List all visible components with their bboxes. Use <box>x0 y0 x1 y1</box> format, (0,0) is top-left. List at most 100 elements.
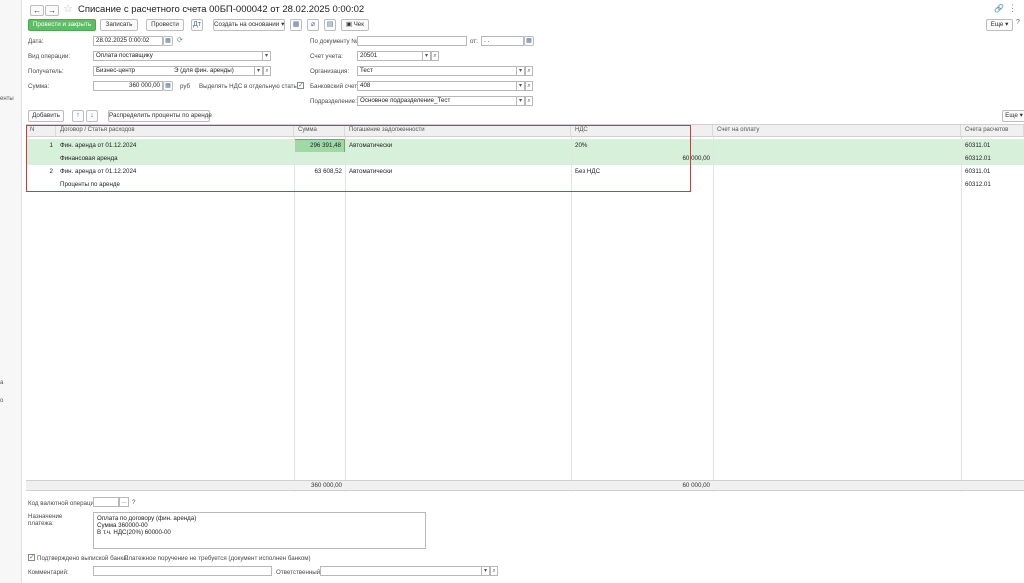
account-cell[interactable]: 60312.01 <box>961 152 1024 165</box>
doc-number-field[interactable] <box>357 36 467 46</box>
select-icon[interactable]: … <box>119 497 129 507</box>
save-button[interactable]: Записать <box>100 19 138 31</box>
sidebar-fragment[interactable]: енты <box>0 96 14 102</box>
from-date-field[interactable]: . . <box>481 36 524 46</box>
favorite-star-icon[interactable]: ☆ <box>63 4 73 15</box>
more-vertical-icon[interactable]: ⋮ <box>1008 3 1017 14</box>
chevron-down-icon[interactable]: ▾ <box>517 96 525 106</box>
purpose-line: Оплата по договору (фин. аренда) <box>97 515 197 522</box>
table-totals-row: 360 000,00 60 000,00 <box>26 480 1024 491</box>
back-button[interactable]: ← <box>30 5 44 16</box>
responsible-label: Ответственный: <box>276 569 322 576</box>
chevron-down-icon: ▾ <box>1017 112 1023 119</box>
organization-label: Организация: <box>310 68 350 75</box>
recipient-label: Получатель: <box>28 68 64 75</box>
help-question-icon[interactable]: ? <box>132 499 135 506</box>
create-based-on-button[interactable]: Создать на основании ▾ <box>213 19 285 31</box>
distribute-interest-button[interactable]: Распределить проценты по аренде <box>108 110 212 122</box>
chevron-down-icon[interactable]: ▾ <box>263 51 271 61</box>
recipient-value: Бизнес-центр <box>96 67 135 74</box>
move-up-icon[interactable]: ↑ <box>72 110 84 122</box>
sum-label: Сумма: <box>28 83 50 90</box>
bank-account-field[interactable]: 408 <box>357 81 517 91</box>
create-based-on-label: Создать на основании <box>214 21 280 28</box>
responsible-field[interactable] <box>320 566 482 576</box>
post-button[interactable]: Провести <box>146 19 184 31</box>
chevron-down-icon[interactable]: ▾ <box>482 566 490 576</box>
chevron-down-icon[interactable]: ▾ <box>517 66 525 76</box>
more-button[interactable]: Еще ▾ <box>986 19 1013 31</box>
table-more-button[interactable]: Еще ▾ <box>1002 110 1024 122</box>
bank-confirmed-label: Подтверждено выпиской банка: <box>37 555 129 562</box>
account-cell[interactable]: 60311.01 <box>961 165 1024 178</box>
chevron-down-icon: ▾ <box>1003 21 1009 28</box>
open-icon[interactable]: ⌕ <box>490 566 498 576</box>
print-icon[interactable]: ▤ <box>324 19 336 31</box>
purpose-line: В т.ч. НДС(20%) 60000-00 <box>97 529 171 536</box>
currency-label: руб <box>180 83 191 90</box>
open-icon[interactable]: ⌕ <box>525 96 533 106</box>
more-label: Еще <box>990 21 1004 28</box>
vat-split-checkbox[interactable]: ✓ <box>297 82 304 89</box>
chevron-down-icon[interactable]: ▾ <box>517 81 525 91</box>
date-label: Дата: <box>28 38 44 45</box>
sidebar-fragment[interactable]: а <box>0 380 3 386</box>
column-divider <box>961 137 962 492</box>
purpose-textarea[interactable]: Оплата по договору (фин. аренда) Сумма 3… <box>93 512 426 549</box>
account-cell[interactable]: 60312.01 <box>961 178 1024 191</box>
structure-icon[interactable]: ▦ <box>290 19 302 31</box>
purpose-line: Сумма 360000-00 <box>97 522 148 529</box>
operation-type-field[interactable]: Оплата поставщику <box>93 51 263 61</box>
sum-field[interactable]: 360 000,00 <box>93 81 163 91</box>
division-label: Подразделение: <box>310 98 357 105</box>
comment-label: Комментарий: <box>28 569 69 576</box>
account-field[interactable]: 20501 <box>357 51 423 61</box>
link-icon[interactable]: 🔗 <box>994 4 1004 13</box>
currency-op-label: Код валютной операции: <box>28 500 100 507</box>
column-header-invoice[interactable]: Счет на оплату <box>713 125 961 137</box>
attachment-icon[interactable]: ⌀ <box>307 19 319 31</box>
open-icon[interactable]: ⌕ <box>525 66 533 76</box>
bank-confirmed-checkbox[interactable]: ✓ <box>28 554 35 561</box>
open-icon[interactable]: ⌕ <box>525 81 533 91</box>
comment-field[interactable] <box>93 566 272 576</box>
table-more-label: Еще <box>1005 112 1018 119</box>
total-sum: 360 000,00 <box>311 482 342 489</box>
chevron-down-icon[interactable]: ▾ <box>423 51 431 61</box>
chevron-down-icon[interactable]: ▾ <box>255 66 263 76</box>
calculator-icon[interactable]: ▦ <box>163 81 173 91</box>
column-divider <box>713 137 714 492</box>
bank-confirmed-note: Платежное поручение не требуется (докуме… <box>124 555 311 562</box>
page-title: Списание с расчетного счета 00БП-000042 … <box>78 4 365 15</box>
organization-field[interactable]: Тест <box>357 66 517 76</box>
debit-credit-icon[interactable]: Дт <box>191 19 203 31</box>
currency-op-field[interactable] <box>93 497 119 507</box>
open-icon[interactable]: ⌕ <box>431 51 439 61</box>
refresh-icon[interactable]: ⟳ <box>177 36 183 44</box>
vat-split-label: Выделять НДС в отдельную статью <box>199 83 302 90</box>
help-icon[interactable]: ? <box>1016 19 1020 26</box>
chevron-down-icon: ▾ <box>281 21 285 28</box>
move-down-icon[interactable]: ↓ <box>86 110 98 122</box>
post-and-close-button[interactable]: Провести и закрыть <box>28 19 96 31</box>
calendar-icon[interactable]: ▦ <box>524 36 534 46</box>
account-cell[interactable]: 60311.01 <box>961 139 1024 152</box>
check-button[interactable]: ▣ Чек <box>341 19 369 31</box>
forward-button[interactable]: → <box>45 5 59 16</box>
invoice-cell[interactable] <box>713 139 961 152</box>
receipt-icon: ▣ <box>345 21 354 28</box>
recipient-field[interactable]: Бизнес-центр Э (для фин. аренды) <box>93 66 255 76</box>
sidebar-fragment[interactable]: о <box>0 398 3 404</box>
purpose-label: Назначение платежа: <box>28 513 63 527</box>
left-sidebar-strip: енты а о <box>0 0 22 583</box>
check-label: Чек <box>353 21 365 28</box>
bank-account-label: Банковский счет: <box>310 83 359 90</box>
division-field[interactable]: Основное подразделение_Тест <box>357 96 517 106</box>
calendar-icon[interactable]: ▦ <box>163 36 173 46</box>
column-header-accounts[interactable]: Счета расчетов <box>961 125 1024 137</box>
invoice-cell[interactable] <box>713 165 961 178</box>
operation-type-label: Вид операции: <box>28 53 71 60</box>
add-row-button[interactable]: Добавить <box>28 110 64 122</box>
open-icon[interactable]: ⌕ <box>263 66 271 76</box>
date-field[interactable]: 28.02.2025 0:00:02 <box>93 36 163 46</box>
